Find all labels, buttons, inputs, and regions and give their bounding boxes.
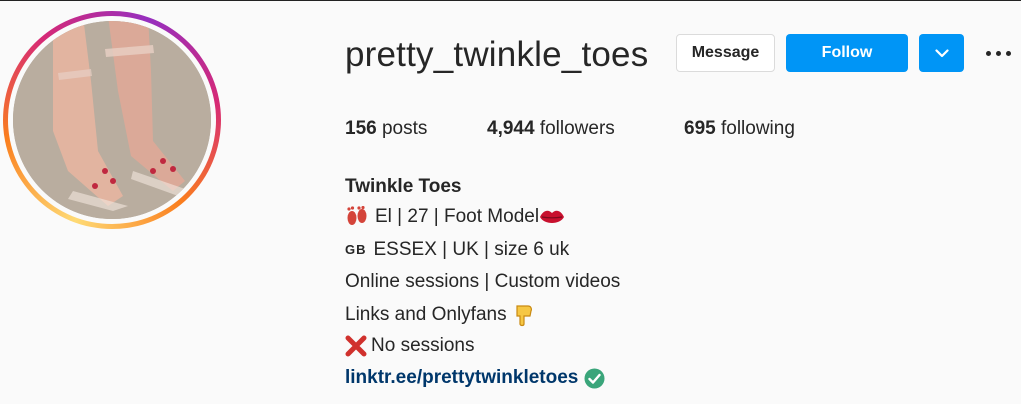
posts-count: 156: [345, 118, 377, 139]
followers-stat[interactable]: 4,944 followers: [487, 118, 615, 140]
bio-line-3: Online sessions | Custom videos: [345, 271, 621, 292]
following-count: 695: [684, 118, 716, 139]
bio-link[interactable]: linktr.ee/prettytwinkletoes: [345, 367, 605, 389]
message-button[interactable]: Message: [676, 34, 775, 72]
avatar-border: [8, 16, 216, 224]
bio-line: Links and Onlyfans: [345, 303, 535, 327]
lips-icon: [540, 210, 565, 223]
posts-stat: 156 posts: [345, 118, 427, 140]
footprints-icon: [347, 206, 367, 225]
bio-line-1: El | 27 | Foot Model: [375, 206, 540, 227]
verified-check-icon: [584, 368, 605, 388]
story-ring[interactable]: [3, 11, 221, 229]
profile-full-name: Twinkle Toes: [345, 176, 462, 197]
bio-line: GB ESSEX | UK | size 6 uk: [345, 239, 569, 261]
posts-label: posts: [381, 118, 428, 139]
more-options-icon[interactable]: [986, 43, 1016, 63]
following-label: following: [720, 118, 795, 139]
dot: [986, 50, 991, 56]
bio-line-2: ESSEX | UK | size 6 uk: [373, 239, 570, 260]
followers-count: 4,944: [487, 118, 535, 139]
bio-line: El | 27 | Foot Model: [345, 206, 565, 228]
profile-username: pretty_twinkle_toes: [345, 35, 649, 74]
follow-button[interactable]: Follow: [786, 34, 908, 72]
suggested-accounts-button[interactable]: [919, 34, 964, 72]
following-stat[interactable]: 695 following: [684, 118, 795, 140]
red-x-icon: [345, 335, 367, 357]
bio-line: No sessions: [345, 335, 475, 357]
avatar-photo-feet: [13, 21, 211, 219]
bio-link-text[interactable]: linktr.ee/prettytwinkletoes: [345, 367, 578, 389]
dot: [996, 50, 1001, 56]
flag-gb-icon: GB: [345, 242, 367, 257]
pointing-down-icon: [515, 305, 532, 327]
bio-line-5: No sessions: [371, 335, 475, 356]
dot: [1006, 50, 1011, 56]
followers-label: followers: [539, 118, 615, 139]
chevron-down-icon: [934, 48, 949, 57]
profile-avatar[interactable]: [13, 21, 211, 219]
bio-line-4: Links and Onlyfans: [345, 304, 507, 325]
